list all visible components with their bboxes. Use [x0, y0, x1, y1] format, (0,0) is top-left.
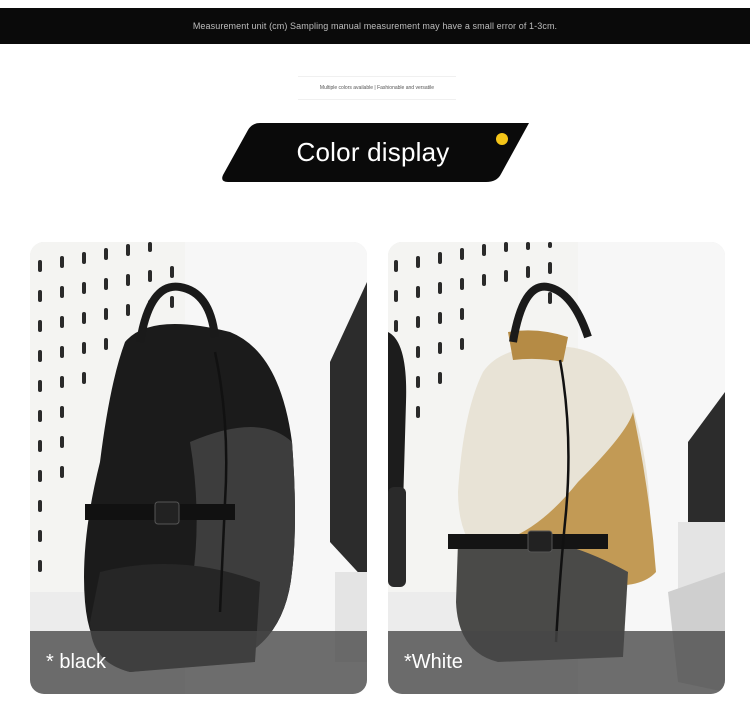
tagline-text: Multiple colors available | Fashionable … [319, 85, 435, 91]
color-display-banner: Color display [220, 123, 530, 182]
product-card-black[interactable]: * black [30, 242, 367, 694]
black-backpack-photo [30, 242, 367, 694]
product-caption: * black [30, 631, 367, 694]
section-title: Color display [296, 137, 450, 167]
product-caption: *White [388, 631, 725, 694]
product-label: *White [404, 651, 463, 673]
yellow-dot-icon [496, 133, 508, 145]
tagline-box: Multiple colors available | Fashionable … [298, 76, 456, 100]
white-backpack-photo [388, 242, 725, 694]
product-label: * black [46, 651, 107, 673]
measurement-banner: Measurement unit (cm) Sampling manual me… [0, 8, 750, 44]
measurement-note: Measurement unit (cm) Sampling manual me… [192, 21, 558, 31]
product-card-white[interactable]: *White [388, 242, 725, 694]
